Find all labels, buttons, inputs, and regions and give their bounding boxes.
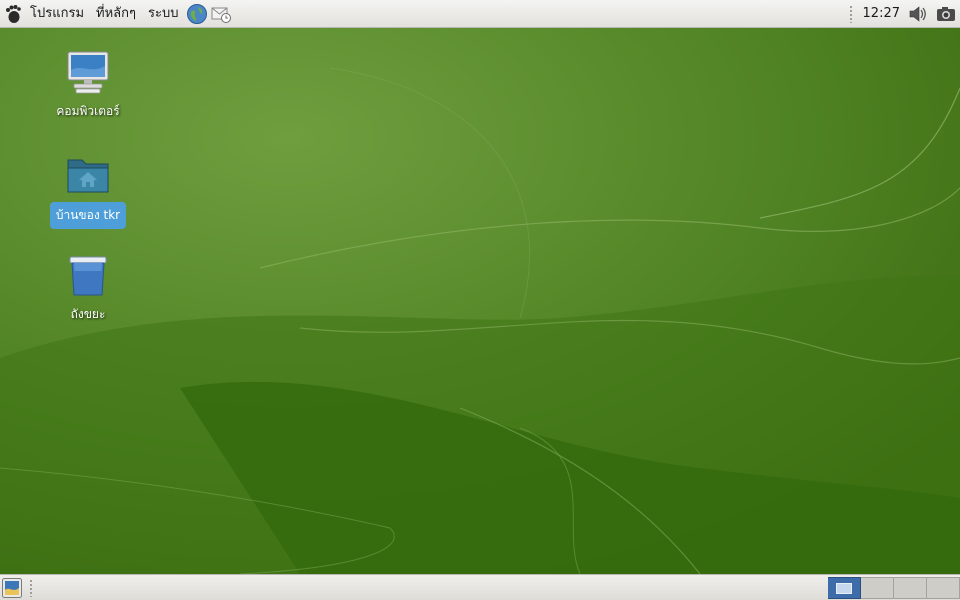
desktop-icon-label: บ้านของ tkr <box>49 202 127 229</box>
menu-system[interactable]: ระบบ <box>142 0 184 28</box>
panel-drag-handle[interactable] <box>29 578 33 597</box>
computer-icon <box>67 51 109 94</box>
workspace-switcher <box>828 577 960 599</box>
home-folder-icon <box>67 159 109 193</box>
panel-drag-handle[interactable] <box>848 4 853 23</box>
clock[interactable]: 12:27 <box>859 6 904 21</box>
gnome-foot-icon[interactable] <box>2 3 24 25</box>
workspace-3[interactable] <box>894 577 927 599</box>
desktop-icon-computer[interactable]: คอมพิวเตอร์ <box>43 48 133 123</box>
workspace-4[interactable] <box>927 577 960 599</box>
top-panel: โปรแกรม ที่หลักๆ ระบบ 12:27 <box>0 0 960 28</box>
menu-places[interactable]: ที่หลักๆ <box>90 0 142 28</box>
web-browser-icon[interactable] <box>186 3 208 25</box>
desktop-screen: โปรแกรม ที่หลักๆ ระบบ 12:27 คอมพิวเตอร์ … <box>0 0 960 600</box>
workspace-2[interactable] <box>861 577 894 599</box>
menu-applications[interactable]: โปรแกรม <box>24 0 90 28</box>
workspace-1[interactable] <box>828 577 861 599</box>
desktop-icon-trash[interactable]: ถังขยะ <box>43 251 133 326</box>
desktop-icon-label: คอมพิวเตอร์ <box>56 104 120 118</box>
desktop-icon-home-folder[interactable]: บ้านของ tkr <box>43 150 133 229</box>
desktop-area[interactable]: คอมพิวเตอร์ บ้านของ tkr ถังขยะ <box>0 28 960 574</box>
wallpaper <box>0 28 960 574</box>
mail-client-icon[interactable] <box>210 3 232 25</box>
desktop-icon-label: ถังขยะ <box>70 307 106 321</box>
bottom-panel <box>0 574 960 600</box>
trash-icon <box>69 256 107 296</box>
show-desktop-icon[interactable] <box>1 577 23 599</box>
workspace-window-thumbnail <box>836 582 852 594</box>
screenshot-camera-icon[interactable] <box>935 3 957 25</box>
volume-icon[interactable] <box>907 3 929 25</box>
